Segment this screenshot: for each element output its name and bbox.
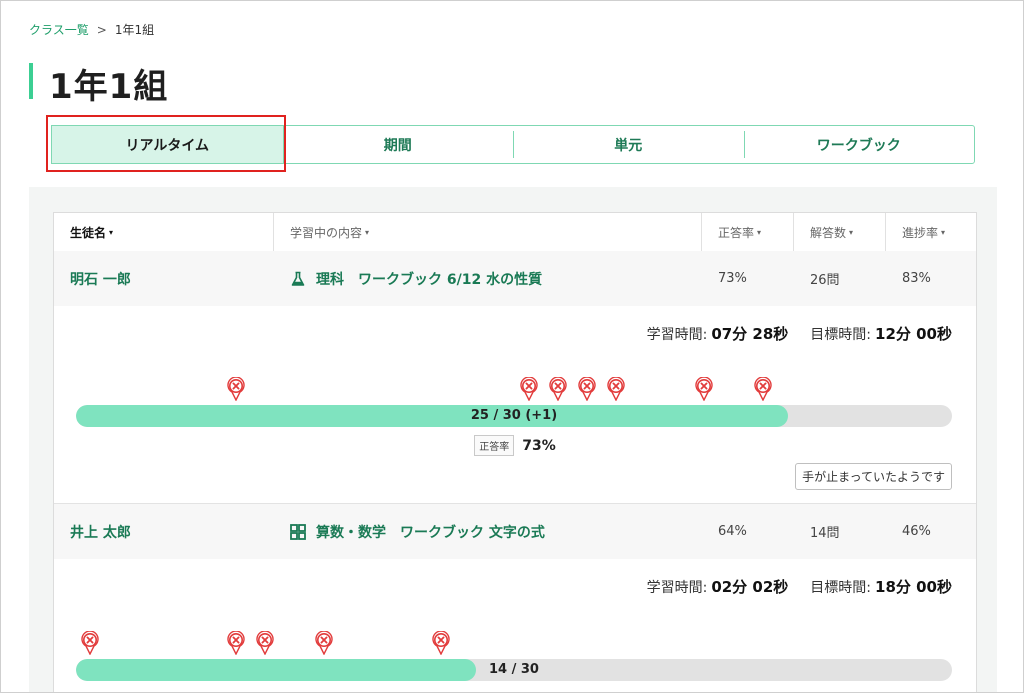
wrong-answer-icon[interactable] bbox=[81, 631, 99, 655]
tab-period[interactable]: 期間 bbox=[283, 126, 514, 163]
study-time-value: 02分 02秒 bbox=[711, 578, 789, 596]
header-label: 進捗率 bbox=[902, 225, 939, 240]
header-label: 学習中の内容 bbox=[290, 225, 363, 240]
tab-unit[interactable]: 単元 bbox=[513, 126, 744, 163]
time-info: 学習時間: 07分 28秒 目標時間: 12分 00秒 bbox=[647, 323, 952, 344]
study-time: 学習時間: 02分 02秒 bbox=[647, 576, 789, 597]
tab-workbook[interactable]: ワークブック bbox=[743, 126, 975, 163]
sort-caret-icon: ▾ bbox=[849, 227, 854, 237]
progress-bar: 25 / 30 (+1) bbox=[76, 405, 952, 427]
header-label: 生徒名 bbox=[70, 225, 107, 240]
table-header: 生徒名 ▾ 学習中の内容 ▾ 正答率 ▾ 解答数 ▾ 進捗率 ▾ bbox=[54, 213, 976, 252]
sort-caret-icon: ▾ bbox=[757, 227, 762, 237]
wrong-answer-icon[interactable] bbox=[432, 631, 450, 655]
wrong-answer-icon[interactable] bbox=[578, 377, 596, 401]
wrong-answer-icon[interactable] bbox=[607, 377, 625, 401]
progress-bar-label: 25 / 30 (+1) bbox=[470, 408, 558, 423]
wrong-answer-icon[interactable] bbox=[695, 377, 713, 401]
header-progress[interactable]: 進捗率 ▾ bbox=[886, 213, 976, 251]
wrong-answer-icon[interactable] bbox=[256, 631, 275, 655]
header-accuracy[interactable]: 正答率 ▾ bbox=[702, 213, 794, 251]
student-block: 明石 一郎 理科 ワークブック 6/12 水の性質 73% 26問 83% 学習… bbox=[54, 251, 976, 504]
progress-bar-label: 14 / 30 bbox=[489, 662, 539, 677]
app-window: クラス一覧 > 1年1組 1年1組 リアルタイム 期間 単元 ワークブック 生徒… bbox=[0, 0, 1024, 693]
sort-caret-icon: ▾ bbox=[365, 227, 370, 237]
target-time-label: 目標時間: bbox=[810, 580, 872, 596]
student-name[interactable]: 井上 太郎 bbox=[54, 522, 274, 542]
page-title: 1年1組 bbox=[49, 67, 169, 107]
wrong-answer-icon[interactable] bbox=[227, 377, 245, 401]
target-time-label: 目標時間: bbox=[810, 327, 872, 343]
study-time-label: 学習時間: bbox=[646, 580, 708, 596]
study-time-value: 07分 28秒 bbox=[711, 325, 789, 343]
title-accent-bar bbox=[29, 63, 33, 99]
progress-bar: 14 / 30 bbox=[76, 659, 952, 681]
wrong-answer-icon[interactable] bbox=[315, 631, 333, 655]
accuracy-summary: 正答率 73% bbox=[54, 435, 976, 456]
tab-realtime[interactable]: リアルタイム bbox=[51, 125, 284, 164]
student-name[interactable]: 明石 一郎 bbox=[54, 269, 274, 289]
target-time-value: 12分 00秒 bbox=[875, 325, 952, 343]
content-label: 算数・数学 ワークブック 文字の式 bbox=[316, 524, 545, 541]
flask-icon bbox=[291, 271, 305, 286]
grid-icon bbox=[290, 523, 306, 540]
study-time-label: 学習時間: bbox=[646, 327, 708, 343]
accuracy-value: 64% bbox=[718, 524, 747, 539]
target-time: 目標時間: 18分 00秒 bbox=[810, 576, 952, 597]
table-row[interactable]: 井上 太郎 算数・数学 ワークブック 文字の式 64% 14問 46% bbox=[54, 504, 976, 559]
view-tabs: リアルタイム 期間 単元 ワークブック bbox=[51, 125, 975, 164]
header-current-content[interactable]: 学習中の内容 ▾ bbox=[274, 213, 702, 251]
wrong-answer-icon[interactable] bbox=[519, 377, 538, 401]
target-time: 目標時間: 12分 00秒 bbox=[810, 323, 952, 344]
study-time: 学習時間: 07分 28秒 bbox=[647, 323, 789, 344]
answers-value: 26問 bbox=[810, 273, 840, 288]
sort-caret-icon: ▾ bbox=[941, 227, 946, 237]
content-label: 理科 ワークブック 6/12 水の性質 bbox=[316, 271, 543, 288]
wrong-answer-icon[interactable] bbox=[227, 631, 245, 655]
wrong-answer-icon[interactable] bbox=[549, 377, 567, 401]
target-time-value: 18分 00秒 bbox=[875, 578, 952, 596]
time-info: 学習時間: 02分 02秒 目標時間: 18分 00秒 bbox=[647, 576, 952, 597]
breadcrumb-current: 1年1組 bbox=[114, 23, 155, 37]
breadcrumb: クラス一覧 > 1年1組 bbox=[29, 21, 154, 38]
accuracy-percent: 73% bbox=[522, 437, 556, 454]
header-student-name[interactable]: 生徒名 ▾ bbox=[54, 213, 274, 251]
current-content[interactable]: 理科 ワークブック 6/12 水の性質 bbox=[274, 269, 702, 289]
breadcrumb-separator: > bbox=[96, 22, 107, 37]
answers-value: 14問 bbox=[810, 526, 840, 541]
current-content[interactable]: 算数・数学 ワークブック 文字の式 bbox=[274, 522, 702, 542]
student-table: 生徒名 ▾ 学習中の内容 ▾ 正答率 ▾ 解答数 ▾ 進捗率 ▾ 明石 一郎 理科 ワーク… bbox=[53, 212, 977, 692]
header-label: 正答率 bbox=[718, 225, 755, 240]
header-label: 解答数 bbox=[810, 225, 847, 240]
accuracy-value: 73% bbox=[718, 271, 747, 286]
stuck-alert-button[interactable]: 手が止まっていたようです bbox=[795, 463, 952, 490]
progress-value: 83% bbox=[902, 271, 931, 286]
student-block: 井上 太郎 算数・数学 ワークブック 文字の式 64% 14問 46% 学習時間… bbox=[54, 504, 976, 692]
breadcrumb-class-list-link[interactable]: クラス一覧 bbox=[29, 21, 89, 38]
accuracy-tag: 正答率 bbox=[474, 435, 515, 456]
wrong-answer-icon[interactable] bbox=[753, 377, 772, 401]
progress-value: 46% bbox=[902, 524, 931, 539]
header-answers[interactable]: 解答数 ▾ bbox=[794, 213, 886, 251]
sort-caret-icon: ▾ bbox=[109, 227, 114, 237]
table-row[interactable]: 明石 一郎 理科 ワークブック 6/12 水の性質 73% 26問 83% bbox=[54, 251, 976, 306]
